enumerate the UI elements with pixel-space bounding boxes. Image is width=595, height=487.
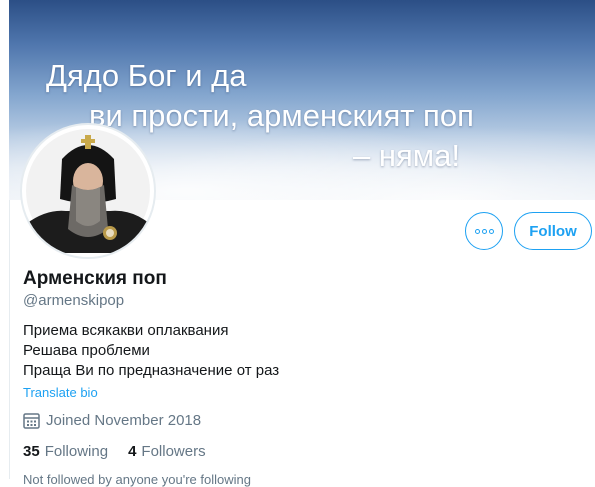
calendar-icon [23,413,40,429]
bio-line: Решава проблеми [23,342,150,359]
followers-link[interactable]: 4 Followers [128,443,206,460]
more-horizontal-icon [474,228,480,234]
followers-label: Followers [141,443,206,460]
more-options-button[interactable] [465,212,503,250]
profile-card-border [9,200,10,479]
profile-avatar[interactable] [20,123,156,259]
banner-text-line-1: Дядо Бог и да [46,58,247,93]
avatar-portrait [26,129,150,253]
profile-bio: Приема всякакви оплаквания Решава пробле… [23,321,279,381]
more-dot [481,228,487,234]
bio-line: Праща Ви по предназначение от раз [23,362,280,379]
follow-button[interactable]: Follow [514,212,592,250]
display-name: Арменския поп [23,268,167,289]
more-dot [488,228,494,234]
bio-line: Приема всякакви оплаквания [23,322,229,339]
followers-count: 4 [128,443,137,460]
user-handle: @armenskipop [23,292,125,309]
joined-date: Joined November 2018 [23,412,201,429]
joined-text: Joined November 2018 [46,412,202,429]
banner-text-line-3: – няма! [353,138,460,173]
follow-stats: 35 Following 4 Followers [23,443,226,460]
followed-by-note: Not followed by anyone you're following [23,472,251,487]
following-link[interactable]: 35 Following [23,443,108,460]
following-label: Following [44,443,109,460]
translate-bio-link[interactable]: Translate bio [23,385,98,400]
following-count: 35 [23,443,40,460]
